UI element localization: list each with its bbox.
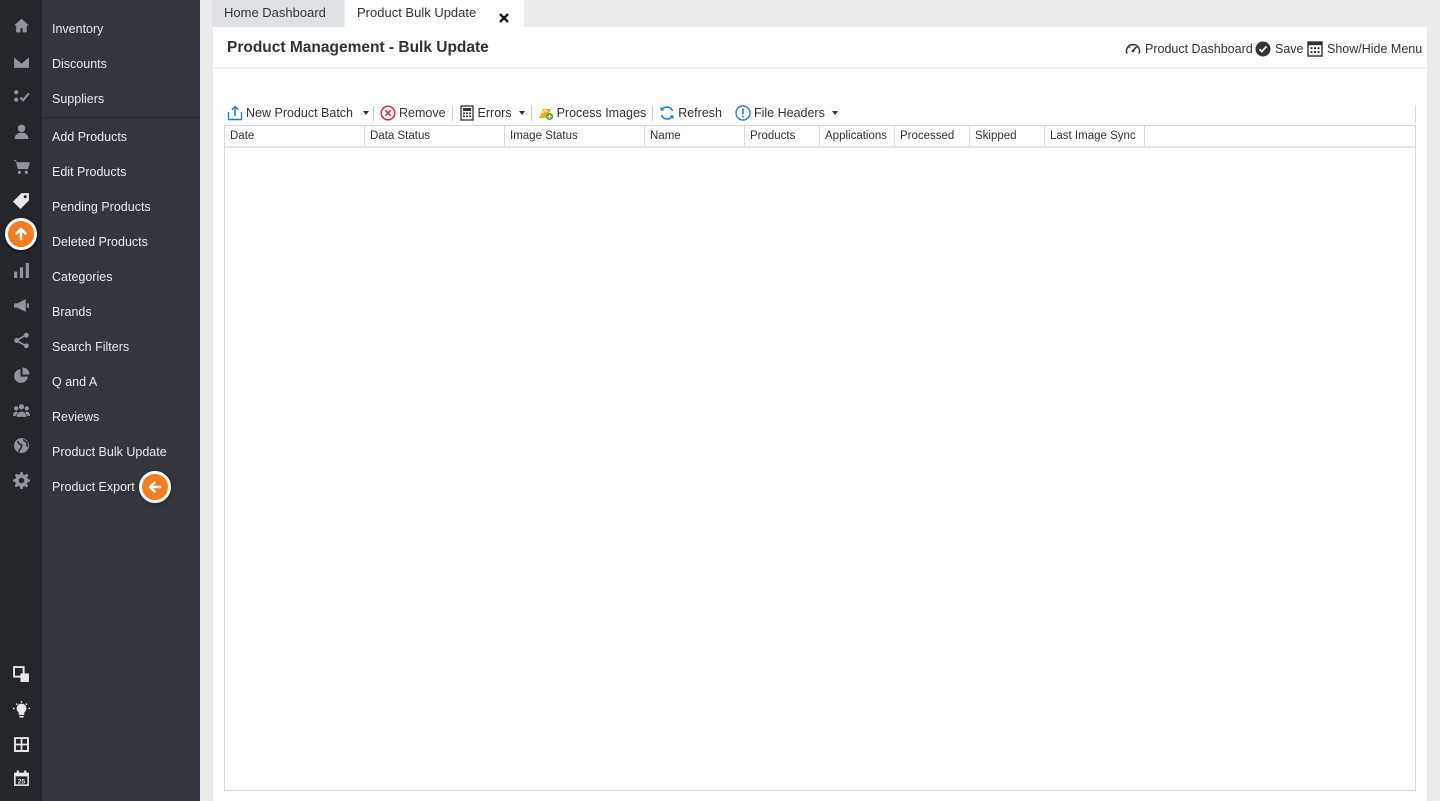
column-header-date[interactable]: Date <box>225 126 365 146</box>
column-header-applications[interactable]: Applications <box>820 126 895 146</box>
refresh-label: Refresh <box>678 106 722 120</box>
remove-label: Remove <box>399 106 446 120</box>
show-hide-menu-button[interactable]: Show/Hide Menu <box>1307 40 1422 58</box>
product-dashboard-button[interactable]: Product Dashboard <box>1125 40 1253 58</box>
new-product-batch-label: New Product Batch <box>246 106 353 120</box>
file-headers-button[interactable]: File Headers <box>733 105 840 121</box>
layers-icon[interactable] <box>11 664 31 684</box>
tab-home-dashboard[interactable]: Home Dashboard <box>212 0 344 27</box>
upload-marker-icon[interactable] <box>5 218 37 250</box>
mail-icon[interactable] <box>11 52 31 72</box>
icon-rail: 25 <box>0 0 42 801</box>
toolbar-edge <box>1415 105 1416 123</box>
speedometer-icon <box>1125 43 1141 54</box>
menu-item-edit-products[interactable]: Edit Products <box>52 161 126 183</box>
product-dashboard-label: Product Dashboard <box>1145 42 1253 56</box>
user-icon[interactable] <box>11 121 31 141</box>
tab-label: Product Bulk Update <box>357 5 477 20</box>
lightbulb-icon[interactable] <box>11 699 31 719</box>
tab-label: Home Dashboard <box>224 5 326 20</box>
close-icon[interactable] <box>498 7 510 23</box>
menu-item-inventory[interactable]: Inventory <box>52 18 103 40</box>
file-headers-label: File Headers <box>753 106 825 120</box>
refresh-icon <box>660 106 674 120</box>
menu-item-pending-products[interactable]: Pending Products <box>52 196 151 218</box>
checklist-icon[interactable] <box>11 86 31 106</box>
toolbar-divider <box>652 105 654 121</box>
share-icon[interactable] <box>11 330 31 350</box>
tab-bar: Home Dashboard Product Bulk Update <box>200 0 1440 27</box>
menu-item-categories[interactable]: Categories <box>52 266 112 288</box>
save-label: Save <box>1275 42 1304 56</box>
new-batch-dropdown-icon[interactable] <box>363 111 369 115</box>
upload-box-icon <box>227 105 243 121</box>
menu-item-reviews[interactable]: Reviews <box>52 406 99 428</box>
globe-icon[interactable] <box>11 435 31 455</box>
errors-button[interactable]: Errors <box>457 105 527 121</box>
toolbar-divider <box>451 105 453 121</box>
column-header-data-status[interactable]: Data Status <box>365 126 505 146</box>
dashboard-grid-icon[interactable] <box>11 734 31 754</box>
calculator-icon <box>459 105 474 121</box>
users-icon[interactable] <box>11 400 31 420</box>
menu-item-brands[interactable]: Brands <box>52 301 92 323</box>
column-header-last-image-sync[interactable]: Last Image Sync <box>1045 126 1145 146</box>
file-headers-dropdown-icon <box>831 111 838 115</box>
settings-icon[interactable] <box>11 470 31 490</box>
errors-dropdown-icon <box>518 111 525 115</box>
column-header-products[interactable]: Products <box>745 126 820 146</box>
menu-item-add-products[interactable]: Add Products <box>52 126 127 148</box>
remove-circle-icon <box>380 105 396 121</box>
calendar-day: 25 <box>17 778 25 785</box>
page-title: Product Management - Bulk Update <box>227 39 489 56</box>
column-header-processed[interactable]: Processed <box>895 126 970 146</box>
column-header-skipped[interactable]: Skipped <box>970 126 1045 146</box>
cart-icon[interactable] <box>11 156 31 176</box>
new-product-batch-button[interactable]: New Product Batch <box>225 105 355 121</box>
show-hide-menu-label: Show/Hide Menu <box>1327 42 1423 56</box>
tag-icon[interactable] <box>11 190 31 210</box>
batch-grid: Date Data Status Image Status Name Produ… <box>224 125 1416 791</box>
errors-label: Errors <box>477 106 512 120</box>
column-header-name[interactable]: Name <box>645 126 745 146</box>
check-circle-icon <box>1255 41 1271 57</box>
home-icon[interactable] <box>11 15 31 35</box>
info-circle-icon <box>735 105 751 121</box>
bar-chart-icon[interactable] <box>11 260 31 280</box>
menu-divider <box>42 117 200 118</box>
main-panel: Product Management - Bulk Update Product… <box>213 27 1427 801</box>
menu-item-deleted-products[interactable]: Deleted Products <box>52 231 148 253</box>
process-images-button[interactable]: Process Images <box>536 105 649 121</box>
column-header-image-status[interactable]: Image Status <box>505 126 645 146</box>
menu-item-product-export[interactable]: Product Export <box>52 476 135 498</box>
toolbar-divider <box>373 105 374 121</box>
sidebar-menu: Inventory Discounts Suppliers Add Produc… <box>42 0 200 801</box>
menu-item-q-and-a[interactable]: Q and A <box>52 371 97 393</box>
calendar-icon[interactable]: 25 <box>11 768 31 788</box>
grid-header: Date Data Status Image Status Name Produ… <box>225 126 1415 148</box>
remove-button[interactable]: Remove <box>378 105 448 121</box>
menu-item-search-filters[interactable]: Search Filters <box>52 336 129 358</box>
grid-menu-icon <box>1307 41 1323 57</box>
process-images-icon <box>538 109 553 121</box>
menu-item-discounts[interactable]: Discounts <box>52 53 107 75</box>
process-images-label: Process Images <box>556 106 647 120</box>
save-button[interactable]: Save <box>1255 40 1304 58</box>
menu-item-suppliers[interactable]: Suppliers <box>52 88 104 110</box>
megaphone-icon[interactable] <box>11 295 31 315</box>
arrow-left-marker-icon <box>139 471 171 503</box>
menu-item-product-bulk-update[interactable]: Product Bulk Update <box>52 441 167 463</box>
tab-product-bulk-update[interactable]: Product Bulk Update <box>345 0 524 27</box>
grid-toolbar: New Product Batch Remove Errors Process … <box>225 102 840 124</box>
toolbar-divider <box>530 105 532 121</box>
toolbar-divider <box>728 106 729 121</box>
panel-header: Product Management - Bulk Update Product… <box>213 27 1427 69</box>
refresh-button[interactable]: Refresh <box>657 105 724 121</box>
pie-chart-icon[interactable] <box>11 365 31 385</box>
